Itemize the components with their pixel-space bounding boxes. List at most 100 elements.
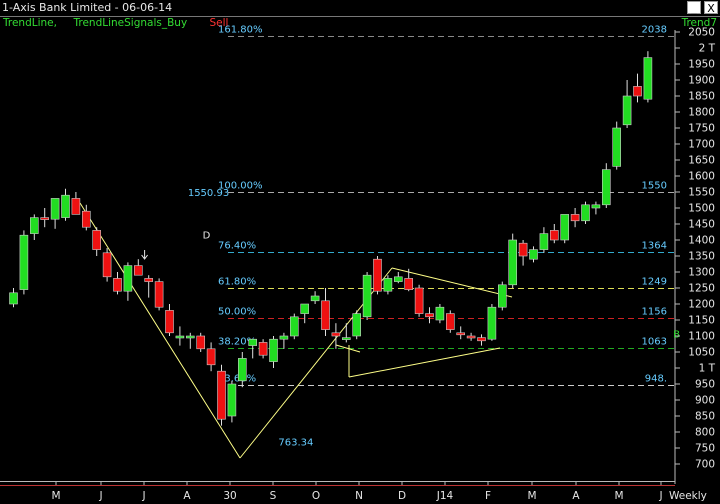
candle-body[interactable] [279, 335, 289, 340]
candle-body[interactable] [196, 335, 205, 350]
candle-body[interactable] [206, 348, 216, 366]
candle-body[interactable] [40, 217, 50, 220]
candle-body[interactable] [612, 127, 622, 167]
candle-body[interactable] [227, 383, 237, 417]
y-tick-label: 800 [695, 427, 715, 439]
y-tick-label: 2050 [688, 27, 715, 39]
candle-body[interactable] [175, 335, 185, 339]
candle-body[interactable] [581, 204, 590, 222]
candle-body[interactable] [113, 278, 122, 292]
chart-annotation: 1550.93 [188, 188, 229, 199]
candle-body[interactable] [165, 310, 174, 334]
y-tick-label: 1300 [688, 267, 715, 279]
x-tick-label: M [614, 490, 623, 502]
candle-body[interactable] [321, 300, 330, 330]
candle-body[interactable] [404, 278, 414, 290]
candle-body[interactable] [591, 204, 601, 209]
candle-body[interactable] [373, 258, 382, 292]
candle-body[interactable] [383, 278, 393, 292]
fib-level-label: 76.40% [218, 241, 256, 252]
candle-body[interactable] [289, 316, 299, 337]
candle-body[interactable] [643, 57, 653, 100]
candle-body[interactable] [435, 306, 445, 321]
close-button[interactable]: X [704, 1, 718, 15]
candle-body[interactable] [300, 303, 310, 314]
candle-body[interactable] [352, 313, 362, 337]
candle-body[interactable] [508, 239, 518, 286]
candle-body[interactable] [144, 278, 153, 282]
y-tick-label: 1400 [688, 235, 715, 247]
x-tick-label: J14 [436, 490, 454, 502]
fib-level-label: 61.80% [218, 277, 256, 288]
candle-body[interactable] [414, 287, 424, 314]
y-tick-label: 1900 [688, 75, 715, 87]
candle-body[interactable] [393, 276, 403, 282]
candle-body[interactable] [50, 198, 60, 220]
candle-body[interactable] [425, 313, 434, 318]
minimize-button[interactable]: _ [687, 1, 701, 15]
fib-level-label: 50.00% [218, 307, 256, 318]
y-tick-label: 750 [695, 443, 715, 455]
y-tick-label: 1350 [688, 251, 715, 263]
candle-body[interactable] [487, 306, 497, 340]
candle-body[interactable] [186, 335, 195, 339]
window-titlebar: 1-Axis Bank Limited - 06-06-14 _ X [0, 0, 720, 17]
candle-body[interactable] [518, 242, 528, 257]
x-tick-label: J [658, 490, 662, 502]
y-tick-label: 1700 [688, 139, 715, 151]
candle-body[interactable] [71, 198, 81, 215]
candle-body[interactable] [238, 358, 247, 382]
fib-level-label: 161.80% [218, 25, 263, 36]
candle-body[interactable] [82, 210, 91, 228]
y-tick-label: 950 [695, 379, 715, 391]
fib-level-value: 948. [645, 374, 667, 385]
candle-body[interactable] [134, 265, 143, 276]
candle-body[interactable] [477, 337, 486, 342]
chart-annotation: D [203, 230, 211, 241]
indicator-label: TrendLineSignals_Buy [73, 17, 188, 29]
candle-body[interactable] [123, 265, 133, 292]
candle-body[interactable] [445, 313, 455, 330]
candle-body[interactable] [549, 230, 559, 241]
candle-body[interactable] [61, 194, 70, 218]
candle-body[interactable] [539, 233, 549, 250]
candle-body[interactable] [570, 214, 580, 222]
candle-body[interactable] [331, 332, 341, 337]
candle-body[interactable] [466, 335, 476, 339]
y-tick-label: 1550 [688, 187, 715, 199]
candle-body[interactable] [497, 284, 507, 308]
fib-level-value: 1156 [642, 307, 667, 318]
candle-body[interactable] [310, 295, 320, 302]
candle-body[interactable] [362, 274, 372, 318]
candle-body[interactable] [102, 252, 112, 278]
candle-body[interactable] [456, 332, 466, 336]
fib-level-value: 1550 [642, 181, 667, 192]
x-tick-label: F [485, 490, 491, 502]
x-tick-label: J [98, 490, 102, 502]
x-tick-label: S [270, 490, 277, 502]
candle-body[interactable] [622, 95, 632, 126]
candle-body[interactable] [9, 292, 18, 305]
candle-body[interactable] [92, 230, 101, 250]
y-tick-label: 1200 [688, 299, 715, 311]
x-tick-label: M [527, 490, 536, 502]
x-tick-label: D [398, 490, 406, 502]
x-tick-label: Weekly [669, 490, 707, 502]
candle-body[interactable] [248, 338, 257, 346]
candle-body[interactable] [601, 169, 611, 206]
candle-body[interactable] [258, 342, 268, 356]
x-tick-label: 30 [223, 490, 236, 502]
candle-body[interactable] [154, 281, 164, 308]
candle-body[interactable] [269, 338, 278, 362]
candle-body[interactable] [217, 370, 226, 420]
x-tick-label: N [355, 490, 363, 502]
candle-body[interactable] [633, 86, 642, 97]
candle-body[interactable] [529, 249, 538, 260]
y-tick-label: 1950 [688, 59, 715, 71]
price-chart[interactable]: TrendLine, TrendLineSignals_Buy Sell Trend7… [0, 0, 720, 504]
candle-body[interactable] [19, 234, 29, 290]
x-tick-label: M [51, 490, 60, 502]
candle-body[interactable] [341, 337, 351, 340]
candle-body[interactable] [29, 217, 39, 234]
candle-body[interactable] [560, 214, 570, 241]
